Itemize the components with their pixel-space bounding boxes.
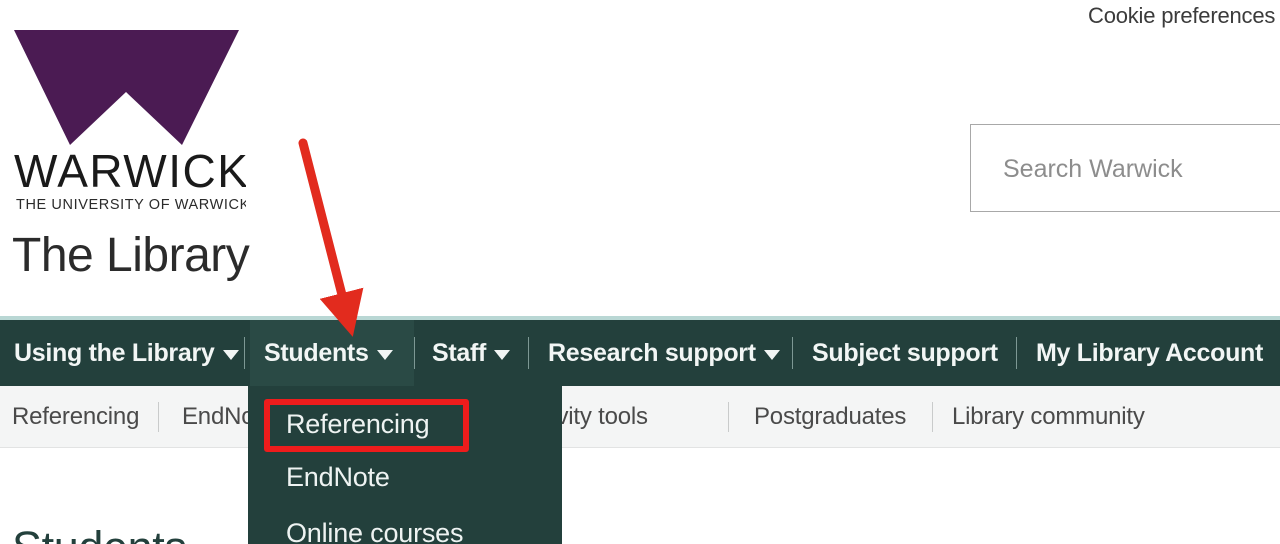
nav-divider [244, 337, 245, 369]
secondary-navigation: ReferencingEndNoteProductivity toolsPost… [0, 386, 1280, 448]
nav-item-subject-support[interactable]: Subject support [798, 320, 1016, 386]
page-title: Students [12, 522, 187, 544]
warwick-logo[interactable]: WARWICK THE UNIVERSITY OF WARWICK [14, 30, 254, 215]
highlight-box-referencing [264, 399, 469, 452]
nav-item-label: Staff [432, 338, 487, 367]
primary-navigation: Using the Library Students Staff Research s… [0, 320, 1280, 386]
nav-item-using-the-library[interactable]: Using the Library [0, 320, 248, 386]
nav-item-students[interactable]: Students [250, 320, 414, 386]
cookie-preferences-link[interactable]: Cookie preferences [1088, 3, 1275, 29]
chevron-down-icon [763, 350, 780, 360]
nav-item-my-library-account[interactable]: My Library Account [1022, 320, 1280, 386]
chevron-down-icon [222, 350, 239, 360]
subnav-item-postgraduates[interactable]: Postgraduates [754, 386, 906, 447]
nav-item-staff[interactable]: Staff [418, 320, 528, 386]
site-title[interactable]: The Library [12, 232, 250, 280]
nav-divider [528, 337, 529, 369]
subnav-item-library-community[interactable]: Library community [952, 386, 1145, 447]
chevron-down-icon [376, 350, 393, 360]
chevron-down-icon [494, 350, 511, 360]
nav-divider [1016, 337, 1017, 369]
nav-item-label: Subject support [812, 338, 998, 367]
subnav-divider [158, 402, 159, 432]
subnav-divider [932, 402, 933, 432]
nav-divider [414, 337, 415, 369]
nav-item-research-support[interactable]: Research support [534, 320, 792, 386]
subnav-item-referencing[interactable]: Referencing [12, 386, 139, 447]
dropdown-item-online-courses[interactable]: Online courses [286, 518, 463, 544]
page-root: Cookie preferences WARWICK THE UNIVERSIT… [0, 0, 1280, 544]
warwick-wordmark: WARWICK THE UNIVERSITY OF WARWICK [14, 147, 246, 213]
nav-item-label: My Library Account [1036, 338, 1264, 367]
nav-item-label: Students [264, 338, 369, 367]
search-box[interactable] [970, 124, 1280, 213]
warwick-w-mark [14, 30, 239, 145]
nav-item-label: Using the Library [14, 338, 215, 367]
pointer-arrow [298, 138, 364, 337]
subnav-divider [728, 402, 729, 432]
svg-text:WARWICK: WARWICK [14, 147, 246, 197]
svg-text:THE UNIVERSITY OF WARWICK: THE UNIVERSITY OF WARWICK [16, 197, 246, 213]
nav-item-label: Research support [548, 338, 756, 367]
dropdown-item-endnote[interactable]: EndNote [286, 462, 390, 493]
search-input[interactable] [1001, 125, 1280, 213]
nav-divider [792, 337, 793, 369]
